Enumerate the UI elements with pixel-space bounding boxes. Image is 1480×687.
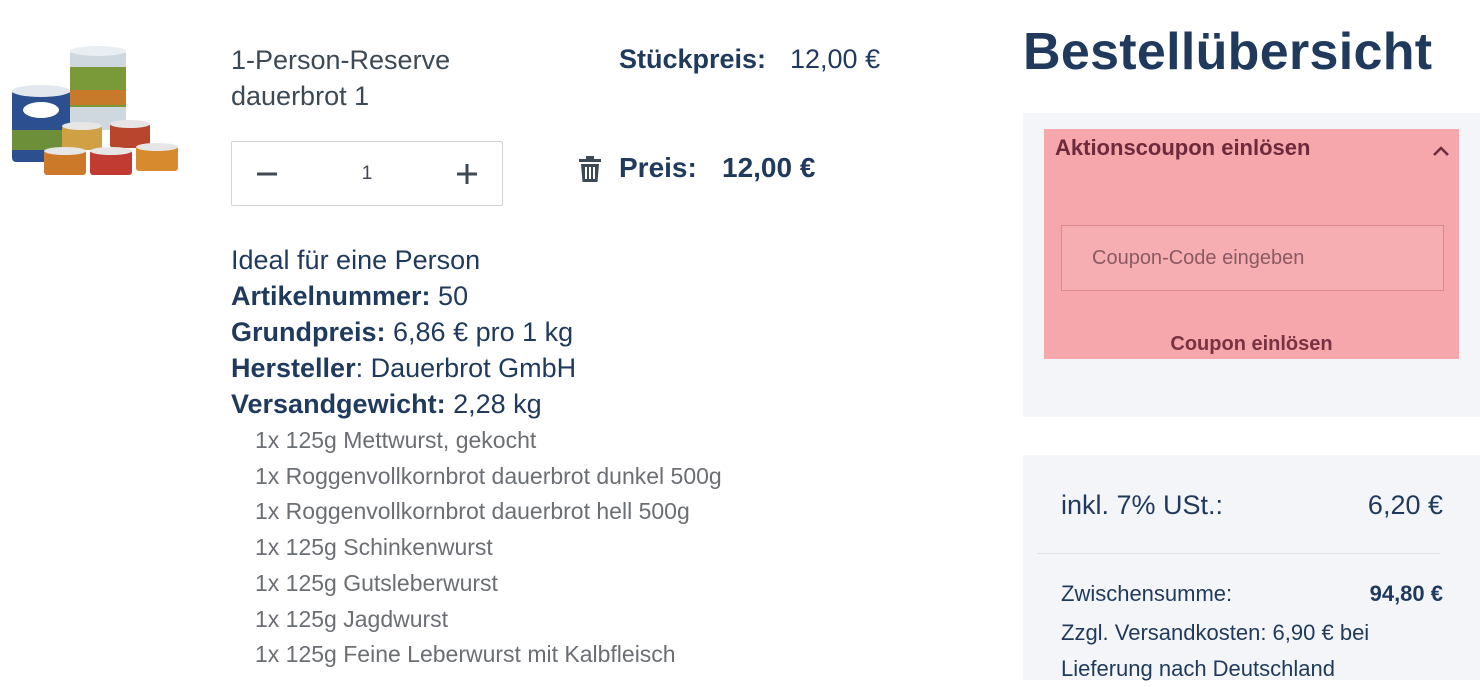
list-item: 1x Roggenvollkornbrot dauerbrot hell 500… bbox=[255, 498, 690, 525]
list-item: 1x Roggenvollkornbrot dauerbrot dunkel 5… bbox=[255, 462, 722, 489]
subtotal-label: Zwischensumme: bbox=[1061, 581, 1233, 606]
manufacturer: Hersteller: Dauerbrot GmbH bbox=[231, 350, 576, 386]
product-details: Ideal für eine Person Artikelnummer: 50 … bbox=[231, 242, 576, 422]
manufacturer-value: : Dauerbrot GmbH bbox=[355, 353, 577, 383]
unit-price-value: 12,00 € bbox=[790, 44, 881, 74]
base-price-value: 6,86 € pro 1 kg bbox=[385, 317, 574, 347]
article-number: Artikelnummer: 50 bbox=[231, 278, 576, 314]
article-number-label: Artikelnummer: bbox=[231, 281, 431, 311]
list-item: 1x 125g Mettwurst, gekocht bbox=[255, 427, 537, 453]
chevron-up-icon bbox=[1433, 146, 1449, 156]
redeem-coupon-button[interactable]: Coupon einlösen bbox=[1044, 333, 1459, 356]
package-contents-list: 1x 125g Mettwurst, gekocht 1x Roggenvoll… bbox=[255, 423, 722, 673]
list-item: 1x 125g Schinkenwurst bbox=[255, 534, 493, 561]
coupon-code-input[interactable] bbox=[1061, 225, 1444, 291]
quantity-input[interactable]: 1 bbox=[302, 142, 432, 205]
coupon-toggle[interactable]: Aktionscoupon einlösen bbox=[1055, 135, 1310, 161]
shipping-cost-note: Zzgl. Versandkosten: 6,90 € bei Lieferun… bbox=[1061, 620, 1370, 681]
coupon-collapse-button[interactable] bbox=[1430, 142, 1452, 160]
tax-label: inkl. 7% USt.: bbox=[1061, 490, 1224, 520]
quantity-stepper: 1 bbox=[231, 141, 503, 206]
list-item: 1x 125g Gutsleberwurst bbox=[255, 569, 498, 596]
remove-item-button[interactable] bbox=[578, 155, 602, 183]
subtotal-value: 94,80 € bbox=[1369, 581, 1443, 606]
price-label: Preis: bbox=[619, 152, 697, 183]
shipping-weight: Versandgewicht: 2,28 kg bbox=[231, 386, 576, 422]
article-number-value: 50 bbox=[430, 281, 469, 311]
divider bbox=[1037, 553, 1440, 554]
shipping-weight-label: Versandgewicht: bbox=[231, 389, 446, 419]
product-image[interactable] bbox=[10, 45, 182, 180]
trash-icon bbox=[579, 156, 601, 182]
decrease-quantity-button[interactable] bbox=[232, 142, 302, 205]
summary-title: Bestellübersicht bbox=[1023, 23, 1433, 81]
list-item: 1x 125g Feine Leberwurst mit Kalbfleisch bbox=[255, 641, 676, 668]
product-title[interactable]: 1-Person-Reserve dauerbrot 1 bbox=[231, 42, 561, 114]
manufacturer-label: Hersteller bbox=[231, 353, 356, 383]
list-item: 1x 125g Jagdwurst bbox=[255, 605, 449, 632]
tax-value: 6,20 € bbox=[1367, 490, 1443, 520]
increase-quantity-button[interactable] bbox=[432, 142, 502, 205]
base-price: Grundpreis: 6,86 € pro 1 kg bbox=[231, 314, 576, 350]
unit-price-label: Stückpreis: bbox=[619, 44, 767, 74]
base-price-label: Grundpreis: bbox=[231, 317, 386, 347]
shipping-weight-value: 2,28 kg bbox=[445, 389, 542, 419]
minus-icon bbox=[257, 172, 277, 175]
plus-icon bbox=[457, 163, 477, 184]
price-value: 12,00 € bbox=[722, 152, 816, 183]
product-tagline: Ideal für eine Person bbox=[231, 245, 481, 275]
